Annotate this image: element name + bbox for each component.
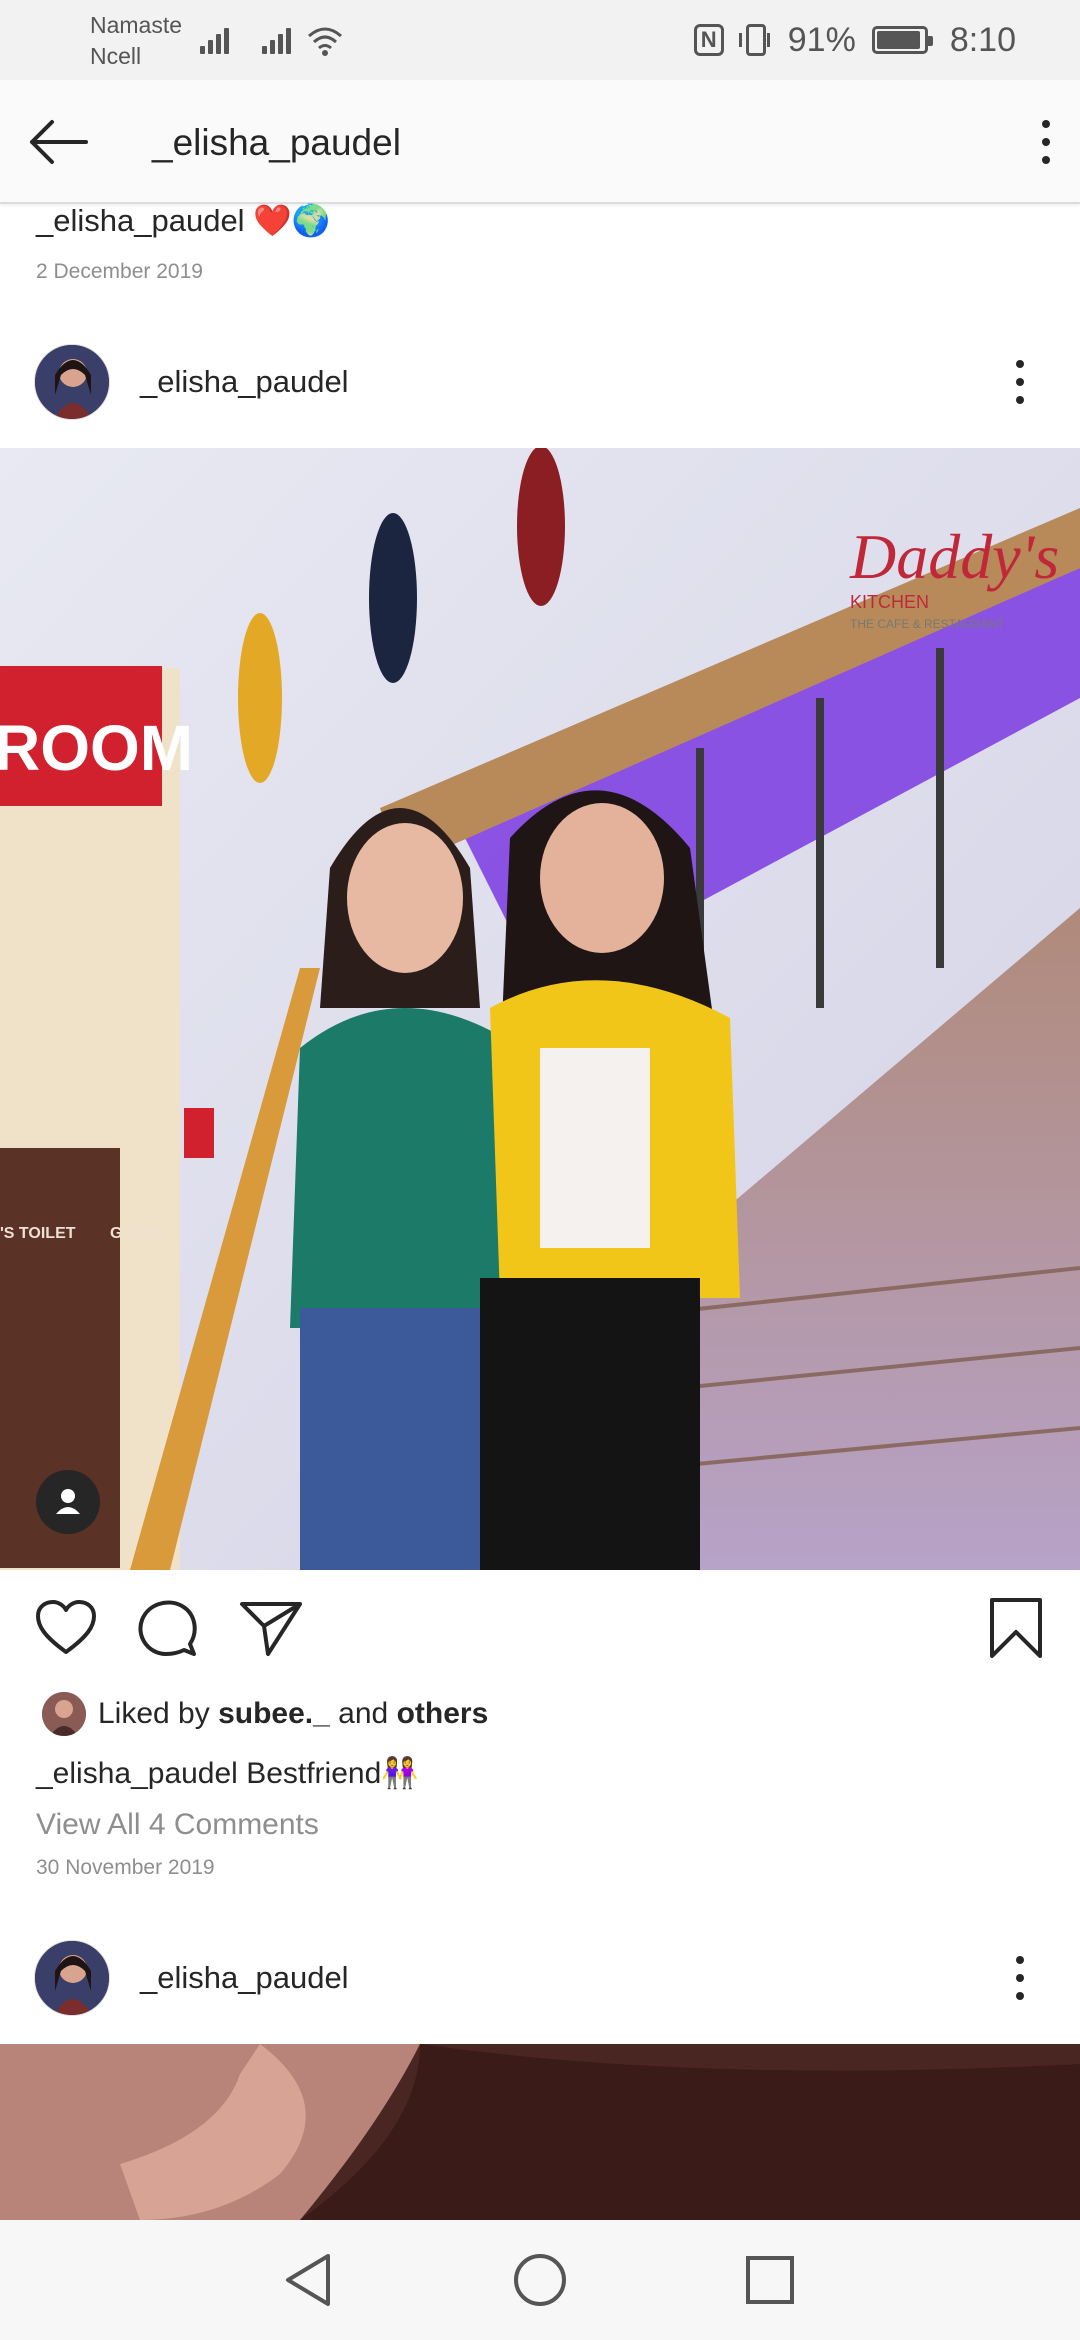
post-caption: _elisha_paudel Bestfriend👭 <box>36 1756 419 1791</box>
post-date: 30 November 2019 <box>36 1856 215 1879</box>
previous-post-caption: _elisha_paudel ❤️🌍 <box>36 202 330 239</box>
caption-emoji: ❤️🌍 <box>253 203 331 238</box>
battery-icon <box>871 26 933 54</box>
system-nav-bar <box>0 2220 1080 2340</box>
mask-red <box>517 448 565 606</box>
vibrate-icon <box>738 24 770 56</box>
clock: 8:10 <box>949 20 1016 59</box>
avatar-image <box>35 345 109 419</box>
caption-username[interactable]: _elisha_paudel <box>36 203 245 238</box>
view-comments-link[interactable]: View All 4 Comments <box>36 1808 319 1842</box>
post-username[interactable]: _elisha_paudel <box>140 1960 349 1996</box>
square-recents-icon[interactable] <box>744 2254 796 2306</box>
circle-home-icon[interactable] <box>512 2252 568 2308</box>
photo-illustration: ROOM 'S TOILET GENTS Daddy's KITCHEN THE… <box>0 448 1080 1570</box>
room-sign-text: ROOM <box>0 712 193 784</box>
toilet-sign-text: 'S TOILET <box>0 1225 76 1242</box>
mask-yellow <box>238 613 282 783</box>
avatar[interactable] <box>34 344 110 420</box>
next-photo-illustration <box>0 2044 1080 2220</box>
logo-tagline-text: THE CAFE & RESTAURANT <box>850 617 1005 631</box>
liker-username[interactable]: subee._ <box>218 1697 330 1730</box>
liker-avatar-image <box>42 1692 86 1736</box>
page-title: _elisha_paudel <box>152 122 401 163</box>
logo-sub-text: KITCHEN <box>850 592 929 612</box>
status-bar: Namaste Ncell N 91% 8:10 <box>0 0 1080 80</box>
logo-text: Daddy's <box>849 521 1059 592</box>
caption-username[interactable]: _elisha_paudel <box>36 1757 238 1790</box>
wifi-icon <box>308 27 342 56</box>
like-button[interactable] <box>34 1598 98 1658</box>
comment-bubble-icon <box>138 1600 197 1656</box>
heart-icon <box>36 1600 96 1654</box>
send-paper-plane-icon <box>240 1602 302 1656</box>
user-tag-button[interactable] <box>36 1470 100 1534</box>
post-photo[interactable]: ROOM 'S TOILET GENTS Daddy's KITCHEN THE… <box>0 448 1080 1570</box>
nfc-icon: N <box>693 24 724 56</box>
bookmark-icon <box>990 1598 1042 1658</box>
mask-blue <box>369 513 417 683</box>
save-button[interactable] <box>988 1596 1044 1660</box>
liked-by-others[interactable]: others <box>397 1697 489 1730</box>
liked-by-text[interactable]: Liked by subee._ and others <box>98 1697 488 1731</box>
more-vertical-icon[interactable] <box>1026 112 1066 172</box>
avatar[interactable] <box>34 1940 110 2016</box>
battery-percent: 91% <box>787 20 856 59</box>
signal-icon <box>200 24 236 54</box>
more-vertical-icon[interactable] <box>1000 352 1040 412</box>
gents-sign-text: GENTS <box>110 1225 165 1242</box>
avatar-image <box>35 1941 109 2015</box>
share-button[interactable] <box>238 1598 304 1658</box>
comment-button[interactable] <box>136 1598 200 1660</box>
status-right: N 91% 8:10 <box>693 14 1016 66</box>
liked-by: Liked by subee._ and others <box>42 1692 488 1736</box>
person-icon <box>56 1489 80 1514</box>
app-header: _elisha_paudel <box>0 80 1080 204</box>
carrier-label: Namaste Ncell <box>90 12 183 69</box>
previous-post-date: 2 December 2019 <box>36 260 203 283</box>
triangle-back-icon[interactable] <box>282 2252 336 2308</box>
more-vertical-icon[interactable] <box>1000 1948 1040 2008</box>
caption-text: Bestfriend👭 <box>246 1757 419 1790</box>
next-post-photo[interactable] <box>0 2044 1080 2220</box>
post-username[interactable]: _elisha_paudel <box>140 364 349 400</box>
signal-icon <box>262 24 298 54</box>
avatar[interactable] <box>42 1692 86 1736</box>
arrow-left-icon[interactable] <box>24 114 94 170</box>
